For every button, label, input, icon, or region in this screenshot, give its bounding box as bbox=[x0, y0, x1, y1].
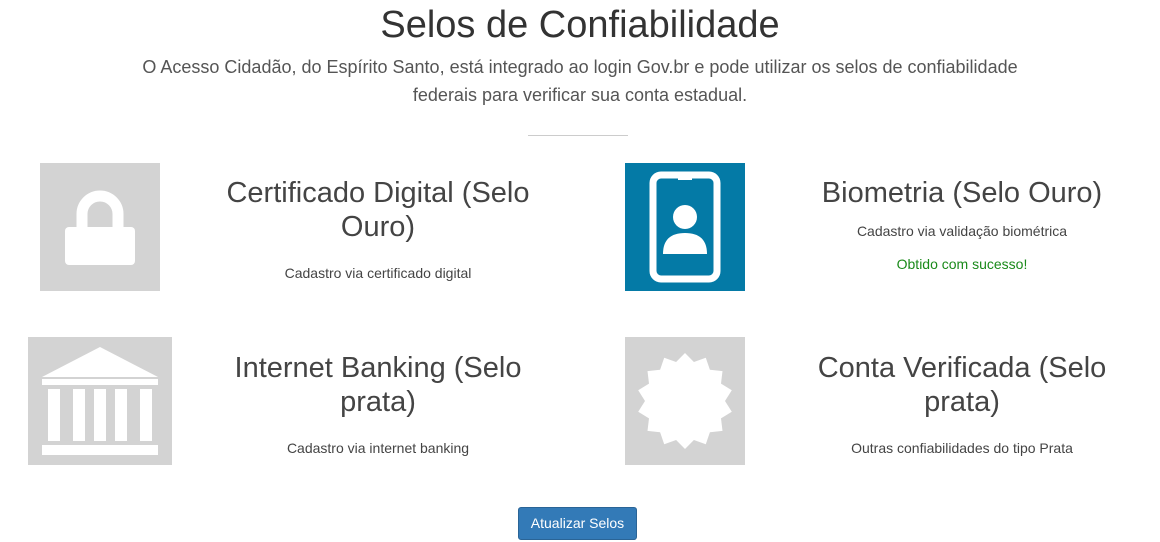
seal-conta-verificada: Conta Verificada (Selo prata) Outras con… bbox=[792, 351, 1132, 457]
seals-page: Selos de Confiabilidade O Acesso Cidadão… bbox=[0, 0, 1160, 542]
id-badge-icon bbox=[625, 163, 745, 291]
seal-description: Cadastro via validação biométrica bbox=[856, 223, 1068, 239]
certificate-badge-icon bbox=[625, 337, 745, 465]
seal-internet-banking: Internet Banking (Selo prata) Cadastro v… bbox=[208, 351, 548, 457]
update-seals-button[interactable]: Atualizar Selos bbox=[518, 507, 637, 540]
seal-description: Cadastro via certificado digital bbox=[284, 265, 472, 281]
seal-biometria: Biometria (Selo Ouro) Cadastro via valid… bbox=[792, 176, 1132, 273]
page-title: Selos de Confiabilidade bbox=[380, 4, 780, 46]
seal-title: Internet Banking (Selo prata) bbox=[234, 352, 522, 418]
status-badge: Obtido com sucesso! bbox=[896, 256, 1028, 272]
seal-title: Conta Verificada (Selo prata) bbox=[817, 352, 1107, 418]
page-subtitle: O Acesso Cidadão, do Espírito Santo, est… bbox=[142, 57, 1018, 105]
title-divider bbox=[528, 135, 628, 136]
seal-description: Cadastro via internet banking bbox=[286, 440, 470, 456]
seal-certificado-digital: Certificado Digital (Selo Ouro) Cadastro… bbox=[208, 176, 548, 282]
seal-description: Outras confiabilidades do tipo Prata bbox=[851, 440, 1073, 456]
seal-title: Certificado Digital (Selo Ouro) bbox=[226, 177, 530, 243]
seal-title: Biometria (Selo Ouro) bbox=[821, 177, 1103, 209]
lock-icon bbox=[40, 163, 160, 291]
bank-icon bbox=[28, 337, 172, 465]
